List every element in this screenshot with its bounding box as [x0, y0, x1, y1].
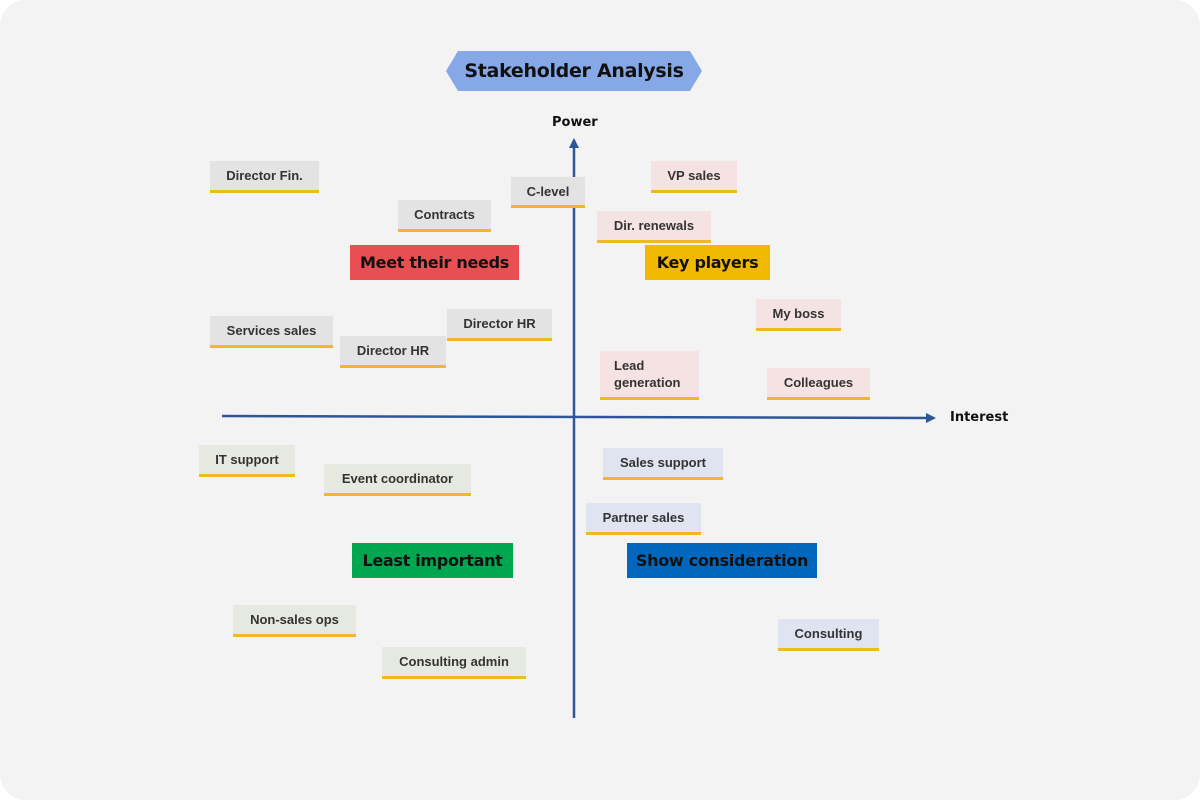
stakeholder-name: C-level — [526, 183, 570, 199]
quadrant-label-text: Show consideration — [635, 551, 809, 570]
quadrant-label-text: Least important — [362, 551, 503, 570]
stakeholder-note[interactable]: Event coordinator — [324, 464, 471, 496]
quadrant-label-show-consideration: Show consideration — [627, 543, 817, 578]
stakeholder-note[interactable]: IT support — [199, 445, 295, 477]
stakeholder-note[interactable]: Contracts — [398, 200, 491, 232]
stakeholder-note[interactable]: Director Fin. — [210, 161, 319, 193]
stakeholder-note[interactable]: Sales support — [603, 448, 723, 480]
stakeholder-name: Director Fin. — [226, 168, 303, 183]
stakeholder-note[interactable]: Non-sales ops — [233, 605, 356, 637]
stakeholder-note[interactable]: Services sales — [210, 316, 333, 348]
stakeholder-name: Dir. renewals — [613, 218, 695, 233]
stakeholder-name: Non-sales ops — [250, 612, 339, 627]
stakeholder-name: Director HR — [463, 316, 536, 331]
stakeholder-name: Consulting admin — [399, 654, 509, 669]
stakeholder-note[interactable]: C-level — [511, 177, 585, 208]
stakeholder-note[interactable]: VP sales — [651, 161, 737, 193]
stakeholder-note[interactable]: Director HR — [340, 336, 446, 368]
stakeholder-note[interactable]: Dir. renewals — [597, 211, 711, 243]
diagram-canvas: Stakeholder Analysis Power Interest Meet… — [0, 0, 1200, 800]
stakeholder-name: Sales support — [620, 455, 706, 470]
stakeholder-name: Contracts — [414, 207, 475, 222]
stakeholder-name: Lead generation — [614, 358, 681, 390]
stakeholder-note[interactable]: Director HR — [447, 309, 552, 341]
stakeholder-name: Director HR — [356, 343, 430, 358]
axes — [221, 138, 936, 718]
quadrant-label-meet-their-needs: Meet their needs — [350, 245, 519, 280]
stakeholder-note[interactable]: Lead generation — [600, 351, 699, 400]
quadrant-label-least-important: Least important — [352, 543, 513, 578]
stakeholder-name: Event coordinator — [341, 471, 454, 486]
quadrant-label-key-players: Key players — [645, 245, 770, 280]
power-axis-label: Power — [552, 115, 598, 130]
stakeholder-name: My boss — [772, 306, 825, 321]
quadrant-label-text: Meet their needs — [360, 253, 509, 272]
stakeholder-name: VP sales — [667, 168, 721, 183]
stakeholder-note[interactable]: Partner sales — [586, 503, 701, 535]
interest-axis — [221, 412, 936, 423]
stakeholder-note[interactable]: Consulting — [778, 619, 879, 651]
stakeholder-note[interactable]: Colleagues — [767, 368, 870, 400]
stakeholder-name: Partner sales — [602, 510, 685, 525]
stakeholder-note[interactable]: Consulting admin — [382, 647, 526, 679]
quadrant-label-text: Key players — [656, 253, 759, 272]
stakeholder-name: Colleagues — [783, 375, 854, 390]
stakeholder-name: Consulting — [794, 626, 863, 641]
stakeholder-name: IT support — [215, 452, 279, 467]
stakeholder-name: Services sales — [226, 323, 317, 338]
interest-axis-label: Interest — [950, 410, 1009, 425]
stakeholder-note[interactable]: My boss — [756, 299, 841, 331]
